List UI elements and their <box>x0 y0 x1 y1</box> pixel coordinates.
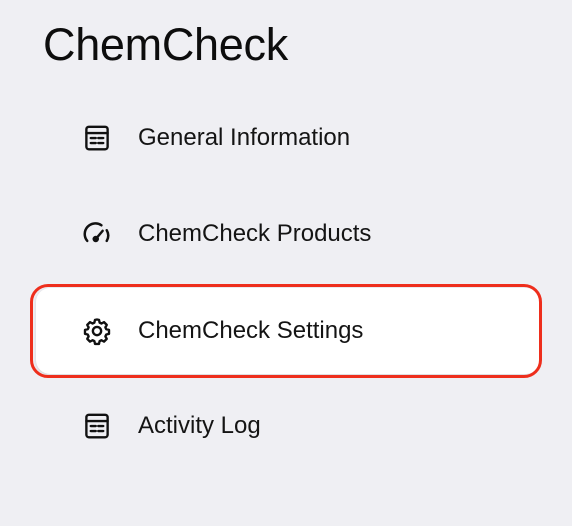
nav-item-label: ChemCheck Products <box>138 220 372 247</box>
gear-icon <box>80 314 114 348</box>
nav-item-chemcheck-settings[interactable]: ChemCheck Settings <box>36 288 540 374</box>
document-list-icon <box>80 121 114 155</box>
sidebar-nav: General Information ChemCheck Products C… <box>0 0 572 526</box>
nav-item-label: General Information <box>138 124 351 151</box>
speedometer-icon <box>80 217 114 251</box>
nav-item-general-information[interactable]: General Information <box>36 95 540 181</box>
nav-item-chemcheck-products[interactable]: ChemCheck Products <box>36 191 540 277</box>
nav-item-activity-log[interactable]: Activity Log <box>36 383 540 469</box>
nav-item-label: ChemCheck Settings <box>138 317 364 344</box>
nav-item-label: Activity Log <box>138 412 261 439</box>
document-list-icon <box>80 409 114 443</box>
